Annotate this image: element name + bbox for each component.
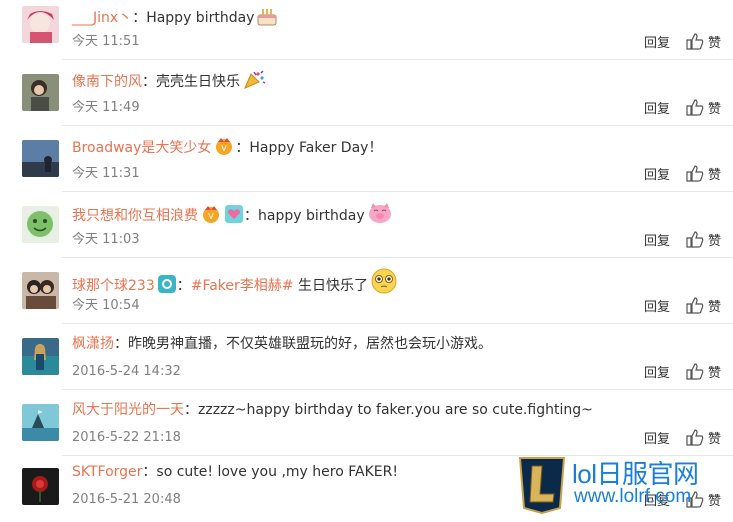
vip-badge-emoji: V xyxy=(213,136,235,162)
username-link[interactable]: 像南下的风 xyxy=(72,74,142,90)
watermark-url: www.lolrf.com xyxy=(574,486,692,507)
comment-time: 今天 11:31 xyxy=(72,166,140,181)
comment-time: 今天 11:51 xyxy=(72,34,140,49)
comment-item: 我只想和你互相浪费 V ：happy birthday 今天 11:03 回复赞 xyxy=(0,192,733,258)
like-button[interactable]: 赞 xyxy=(686,33,721,51)
avatar[interactable] xyxy=(22,6,59,43)
comment-list: ___Jinx丶：Happy birthday 今天 11:51 回复赞 像南下… xyxy=(0,0,733,522)
username-link[interactable]: ___Jinx丶 xyxy=(72,10,132,26)
comment-item: 枫潇扬：昨晚男神直播，不仅英雄联盟玩的好，居然也会玩小游戏。 2016-5-24… xyxy=(0,324,733,390)
comment-time: 今天 10:54 xyxy=(72,298,140,313)
comment-actions: 回复 赞 xyxy=(644,363,721,386)
comment-time: 2016-5-21 20:48 xyxy=(72,492,181,507)
thumbs-up-icon xyxy=(686,429,704,452)
comment-actions: 回复 赞 xyxy=(644,33,721,56)
comment-actions: 回复 赞 xyxy=(644,297,721,320)
reply-button[interactable]: 回复 xyxy=(644,366,670,381)
comment-text: 枫潇扬：昨晚男神直播，不仅英雄联盟玩的好，居然也会玩小游戏。 xyxy=(72,336,492,352)
avatar[interactable] xyxy=(22,140,59,177)
comment-item: 球那个球233 ：#Faker李相赫# 生日快乐了 今天 10:54 回复 赞 xyxy=(0,258,733,324)
teary-face-emoji xyxy=(370,268,398,300)
comment-actions: 回复 赞 xyxy=(644,231,721,254)
pig-emoji xyxy=(367,202,393,230)
comment-time: 2016-5-24 14:32 xyxy=(72,364,181,379)
like-button[interactable]: 赞 xyxy=(686,297,721,315)
comment-text: SKTForger：so cute! love you ,my hero FAK… xyxy=(72,464,398,480)
avatar[interactable] xyxy=(22,206,59,243)
party-popper-emoji xyxy=(242,70,266,96)
reply-button[interactable]: 回复 xyxy=(644,432,670,447)
heart-badge-icon xyxy=(224,204,244,230)
thumbs-up-icon xyxy=(686,363,704,386)
reply-button[interactable]: 回复 xyxy=(644,36,670,51)
avatar[interactable] xyxy=(22,272,59,309)
like-button[interactable]: 赞 xyxy=(686,231,721,249)
avatar[interactable] xyxy=(22,404,59,441)
topic-link[interactable]: #Faker李相赫# xyxy=(191,278,294,294)
thumbs-up-icon xyxy=(686,165,704,188)
comment-text: Broadway是大笑少女 V ：Happy Faker Day！ xyxy=(72,136,382,162)
username-link[interactable]: 枫潇扬 xyxy=(72,336,114,352)
comment-time: 今天 11:03 xyxy=(72,232,140,247)
reply-button[interactable]: 回复 xyxy=(644,168,670,183)
svg-text:V: V xyxy=(208,212,214,221)
comment-text: ___Jinx丶：Happy birthday xyxy=(72,6,278,32)
comment-text: 像南下的风：壳壳生日快乐 xyxy=(72,70,266,96)
username-link[interactable]: SKTForger xyxy=(72,464,142,480)
username-link[interactable]: 球那个球233 xyxy=(72,278,155,294)
comment-item: 风大于阳光的一天：zzzzz~happy birthday to faker.y… xyxy=(0,390,733,456)
reply-button[interactable]: 回复 xyxy=(644,234,670,249)
thumbs-up-icon xyxy=(686,231,704,254)
comment-text: 球那个球233 ：#Faker李相赫# 生日快乐了 xyxy=(72,268,398,300)
avatar[interactable] xyxy=(22,74,59,111)
lol-logo-icon xyxy=(516,454,568,518)
like-button[interactable]: 赞 xyxy=(686,165,721,183)
username-link[interactable]: 风大于阳光的一天 xyxy=(72,402,184,418)
comment-item: ___Jinx丶：Happy birthday 今天 11:51 回复 赞 xyxy=(0,0,733,60)
comment-time: 2016-5-22 21:18 xyxy=(72,430,181,445)
vip-badge-icon: V xyxy=(200,204,222,230)
username-link[interactable]: Broadway是大笑少女 xyxy=(72,140,211,156)
username-link[interactable]: 我只想和你互相浪费 xyxy=(72,208,198,224)
like-button[interactable]: 赞 xyxy=(686,429,721,447)
comment-actions: 回复 赞 xyxy=(644,429,721,452)
thumbs-up-icon xyxy=(686,99,704,122)
comment-text: 风大于阳光的一天：zzzzz~happy birthday to faker.y… xyxy=(72,402,593,418)
thumbs-up-icon xyxy=(686,33,704,56)
comment-actions: 回复 赞 xyxy=(644,165,721,188)
comment-text: 我只想和你互相浪费 V ：happy birthday xyxy=(72,202,393,230)
avatar[interactable] xyxy=(22,468,59,505)
svg-text:V: V xyxy=(222,144,228,153)
comment-time: 今天 11:49 xyxy=(72,100,140,115)
avatar[interactable] xyxy=(22,338,59,375)
like-button[interactable]: 赞 xyxy=(686,363,721,381)
comment-item: 像南下的风：壳壳生日快乐 今天 11:49 回复 赞 xyxy=(0,60,733,126)
camera-badge-icon xyxy=(157,274,177,300)
comment-actions: 回复 赞 xyxy=(644,99,721,122)
comment-item: Broadway是大笑少女 V ：Happy Faker Day！ 今天 11:31… xyxy=(0,126,733,192)
site-watermark: lol日服官网 www.lolrf.com xyxy=(516,452,733,519)
cake-emoji xyxy=(256,6,278,32)
reply-button[interactable]: 回复 xyxy=(644,102,670,117)
reply-button[interactable]: 回复 xyxy=(644,300,670,315)
like-button[interactable]: 赞 xyxy=(686,99,721,117)
thumbs-up-icon xyxy=(686,297,704,320)
